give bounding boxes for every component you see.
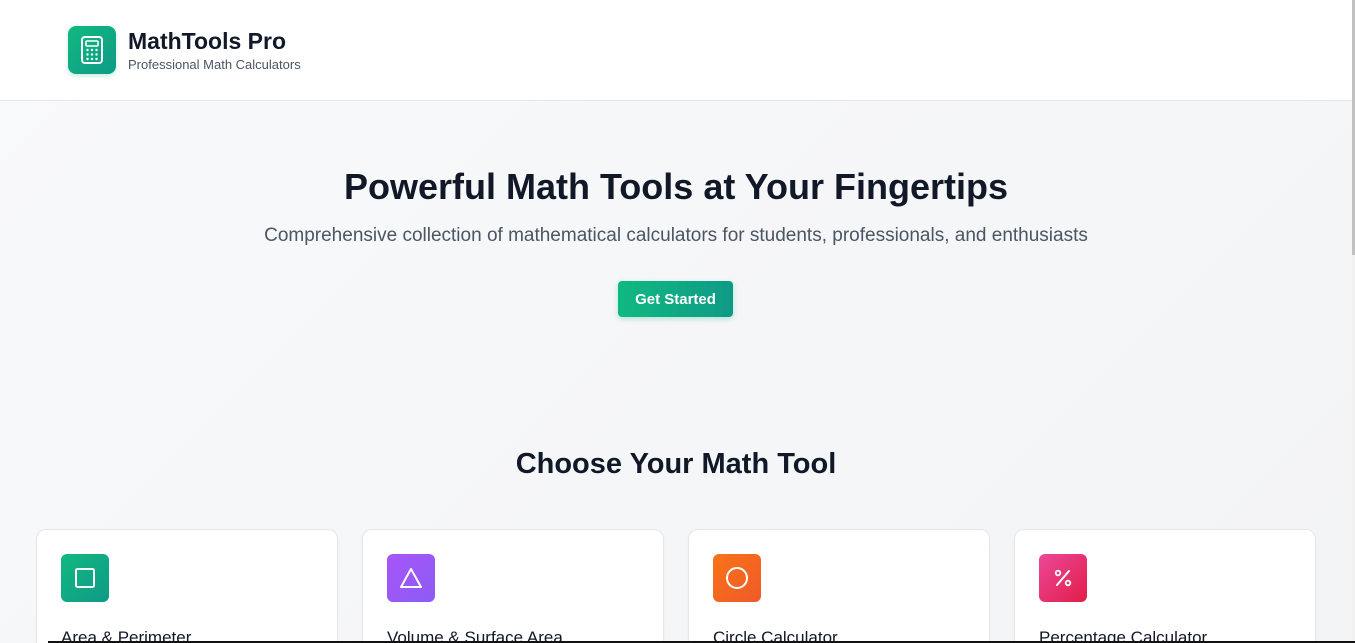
tool-card-volume-surface-area[interactable]: Volume & Surface Area — [362, 529, 664, 643]
percent-icon — [1039, 554, 1087, 602]
get-started-button[interactable]: Get Started — [618, 281, 733, 317]
hero-title: Powerful Math Tools at Your Fingertips — [343, 166, 1009, 207]
brand-title: MathTools Pro — [128, 28, 287, 54]
section-title: Choose Your Math Tool — [515, 448, 837, 480]
circle-icon — [713, 554, 761, 602]
tool-card-percentage-calculator[interactable]: Percentage Calculator — [1014, 529, 1316, 643]
calculator-icon — [68, 26, 116, 74]
square-icon — [61, 554, 109, 602]
tool-card-circle-calculator[interactable]: Circle Calculator — [688, 529, 990, 643]
hero-subtitle: Comprehensive collection of mathematical… — [264, 225, 1088, 246]
brand[interactable]: MathTools Pro Professional Math Calculat… — [68, 26, 301, 74]
triangle-icon — [387, 554, 435, 602]
site-header: MathTools Pro Professional Math Calculat… — [0, 0, 1352, 101]
tool-card-area-perimeter[interactable]: Area & Perimeter — [36, 529, 338, 643]
brand-text: MathTools Pro Professional Math Calculat… — [128, 27, 301, 73]
brand-subtitle: Professional Math Calculators — [128, 57, 301, 72]
